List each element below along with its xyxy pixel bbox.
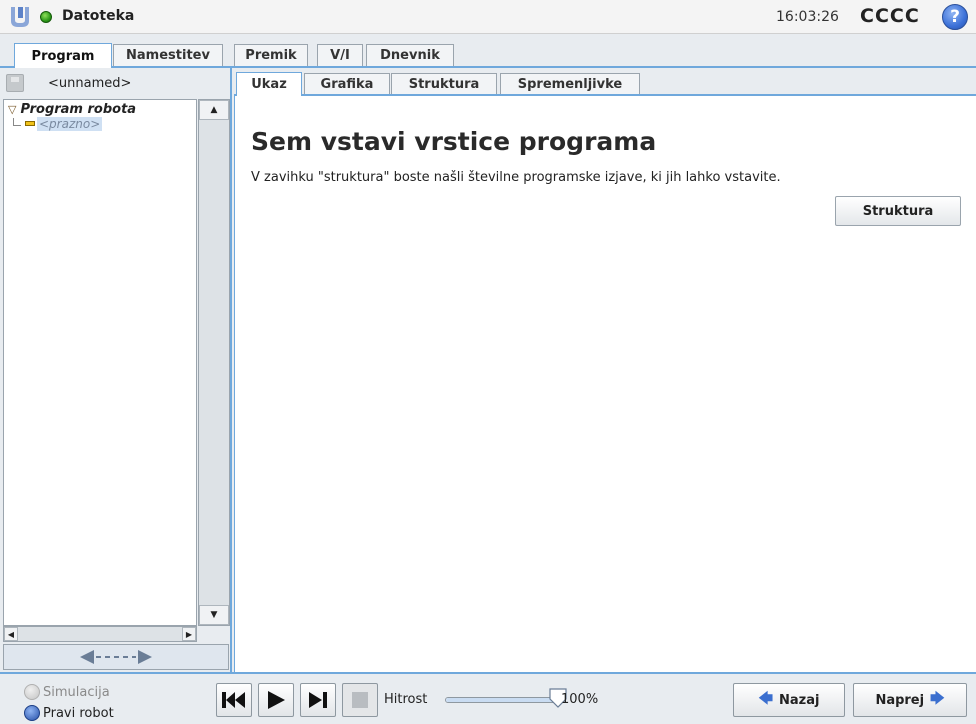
- speed-slider[interactable]: [445, 697, 559, 703]
- title-bar: Datoteka 16:03:26 CCCC ?: [0, 0, 976, 34]
- horizontal-scrollbar[interactable]: ◀ ▶: [3, 626, 197, 642]
- program-tree[interactable]: ▽ Program robota <prazno>: [3, 99, 197, 626]
- scroll-left-icon[interactable]: ◀: [4, 627, 18, 641]
- skip-to-start-button[interactable]: [216, 683, 252, 717]
- content-description: V zavihku "struktura" boste našli števil…: [251, 170, 781, 185]
- help-button[interactable]: ?: [942, 4, 968, 30]
- program-name: <unnamed>: [48, 76, 132, 91]
- main-panel: Ukaz Grafika Struktura Spremenljivke Sem…: [234, 68, 976, 672]
- bottom-bar: Simulacija Pravi robot Hitrost 100% 🡄 Na…: [0, 672, 976, 724]
- struktura-button[interactable]: Struktura: [835, 196, 961, 226]
- arrow-right-icon: 🡆: [930, 691, 945, 707]
- simulation-radio-icon[interactable]: [24, 684, 40, 700]
- vertical-scrollbar[interactable]: ▲ ▼: [198, 99, 230, 626]
- mode-simulation[interactable]: Simulacija: [24, 684, 110, 700]
- tab-premik[interactable]: Premik: [234, 44, 308, 66]
- speed-label: Hitrost: [384, 692, 428, 707]
- top-tab-bar: Program Namestitev Premik V/I Dnevnik: [0, 36, 976, 68]
- scroll-up-icon[interactable]: ▲: [199, 100, 229, 120]
- step-forward-icon: [309, 692, 327, 708]
- simulation-label: Simulacija: [43, 684, 110, 700]
- subtab-struktura[interactable]: Struktura: [391, 73, 497, 94]
- tree-branch-line: [13, 118, 21, 126]
- tree-node-root[interactable]: ▽ Program robota: [8, 102, 136, 117]
- mode-real-robot[interactable]: Pravi robot: [24, 705, 114, 721]
- subtab-ukaz[interactable]: Ukaz: [236, 72, 302, 96]
- play-button[interactable]: [258, 683, 294, 717]
- tree-node-empty[interactable]: <prazno>: [37, 117, 103, 131]
- stop-icon: [352, 692, 368, 708]
- speed-slider-fill: [446, 698, 558, 702]
- clock: 16:03:26: [776, 9, 839, 25]
- stop-button[interactable]: [342, 683, 378, 717]
- sub-tab-bar: Ukaz Grafika Struktura Spremenljivke: [234, 68, 976, 96]
- content-area: Sem vstavi vrstice programa V zavihku "s…: [234, 96, 976, 672]
- real-robot-label: Pravi robot: [43, 705, 114, 721]
- tab-dnevnik[interactable]: Dnevnik: [366, 44, 454, 66]
- next-button-label: Naprej: [875, 692, 925, 708]
- next-button[interactable]: Naprej 🡆: [853, 683, 967, 717]
- file-menu[interactable]: Datoteka: [62, 8, 134, 24]
- play-icon: [268, 691, 285, 709]
- subtab-spremenljivke[interactable]: Spremenljivke: [500, 73, 640, 94]
- save-icon[interactable]: [6, 74, 24, 92]
- tab-vi[interactable]: V/I: [317, 44, 363, 66]
- arrow-left-icon: 🡄: [758, 691, 773, 707]
- tab-namestitev[interactable]: Namestitev: [113, 44, 223, 66]
- help-icon: ?: [950, 7, 960, 27]
- scroll-down-icon[interactable]: ▼: [199, 605, 229, 625]
- program-tree-panel: <unnamed> ▽ Program robota <prazno> ▲ ▼ …: [0, 68, 232, 672]
- panel-resize-handle[interactable]: [3, 644, 229, 670]
- skip-start-icon: [222, 692, 245, 708]
- resize-arrows-icon: [80, 650, 152, 664]
- content-heading: Sem vstavi vrstice programa: [251, 127, 657, 156]
- speed-value: 100%: [561, 692, 599, 707]
- empty-node-icon: [25, 121, 35, 126]
- subtab-grafika[interactable]: Grafika: [304, 73, 390, 94]
- back-button[interactable]: 🡄 Nazaj: [733, 683, 845, 717]
- tab-program[interactable]: Program: [14, 43, 112, 68]
- robot-status-icon: [40, 11, 52, 23]
- expand-triangle-icon[interactable]: ▽: [8, 103, 16, 116]
- robot-name: CCCC: [860, 5, 920, 27]
- ur-logo-icon: [11, 7, 29, 27]
- scroll-right-icon[interactable]: ▶: [182, 627, 196, 641]
- back-button-label: Nazaj: [779, 692, 820, 708]
- real-robot-radio-icon[interactable]: [24, 705, 40, 721]
- tree-root-label: Program robota: [20, 102, 137, 117]
- step-forward-button[interactable]: [300, 683, 336, 717]
